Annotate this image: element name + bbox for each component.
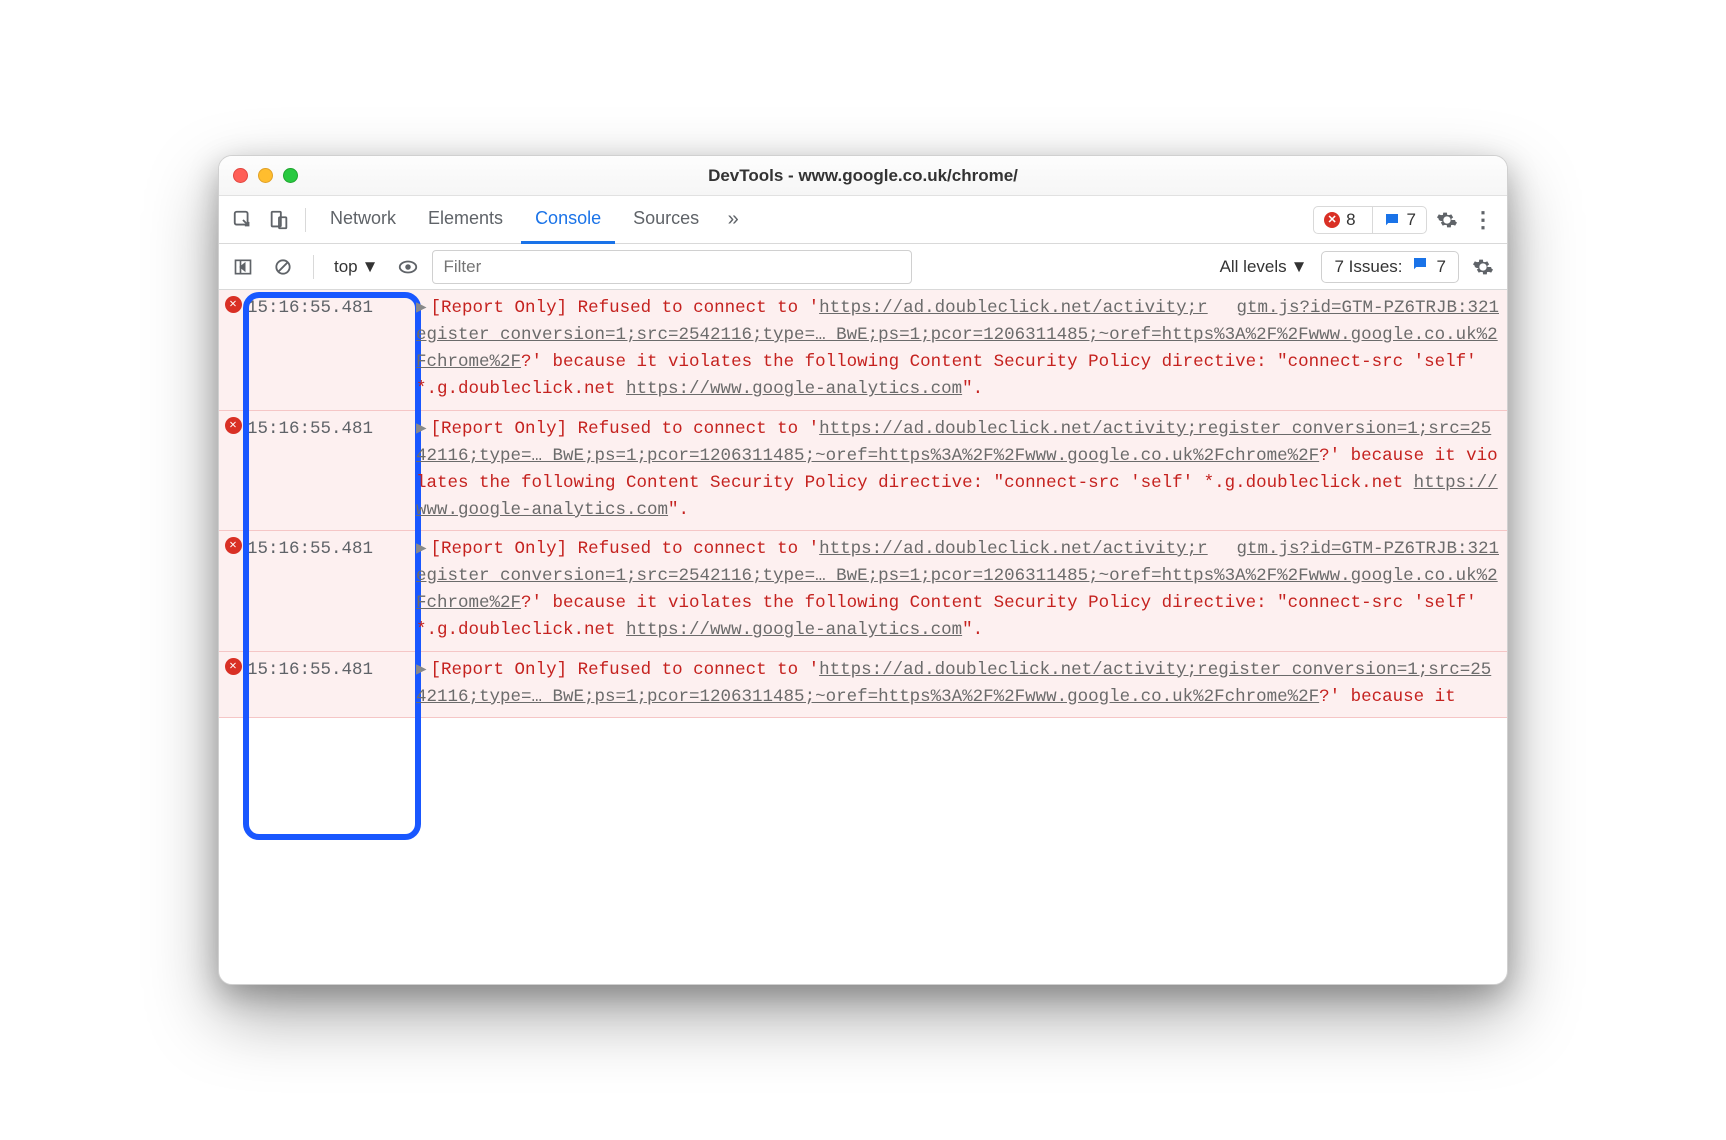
- message-text: ▶[Report Only] Refused to connect to 'ht…: [412, 652, 1507, 717]
- window-titlebar: DevTools - www.google.co.uk/chrome/: [219, 156, 1507, 196]
- message-counter[interactable]: 7: [1372, 207, 1426, 233]
- url-link[interactable]: https://www.google-analytics.com: [626, 379, 962, 399]
- issues-button[interactable]: 7 Issues: 7: [1321, 251, 1459, 283]
- issues-label: 7 Issues:: [1334, 257, 1402, 277]
- error-counter[interactable]: ✕ 8: [1314, 207, 1365, 233]
- window-title: DevTools - www.google.co.uk/chrome/: [219, 166, 1507, 186]
- message-text: ▶[Report Only] Refused to connect to 'ht…: [412, 411, 1507, 531]
- error-icon: ✕: [219, 290, 247, 410]
- inspect-element-icon[interactable]: [227, 204, 259, 236]
- expand-arrow-icon[interactable]: ▶: [416, 539, 427, 559]
- chevron-down-icon: ▼: [1291, 257, 1308, 277]
- console-error-row[interactable]: ✕15:16:55.481▶[Report Only] Refused to c…: [219, 652, 1507, 718]
- message-icon: [1411, 255, 1429, 278]
- settings-icon[interactable]: [1431, 204, 1463, 236]
- device-toolbar-icon[interactable]: [263, 204, 295, 236]
- message-text: gtm.js?id=GTM-PZ6TRJB:321▶[Report Only] …: [412, 290, 1507, 410]
- timestamp: 15:16:55.481: [247, 531, 412, 651]
- divider: [313, 255, 314, 279]
- timestamp: 15:16:55.481: [247, 290, 412, 410]
- error-count: 8: [1346, 210, 1355, 230]
- tab-network[interactable]: Network: [316, 196, 410, 244]
- error-icon: ✕: [219, 531, 247, 651]
- context-label: top: [334, 257, 358, 277]
- context-selector[interactable]: top ▼: [328, 253, 384, 281]
- console-toolbar: top ▼ All levels ▼ 7 Issues: 7: [219, 244, 1507, 290]
- console-settings-icon[interactable]: [1467, 251, 1499, 283]
- expand-arrow-icon[interactable]: ▶: [416, 419, 427, 439]
- toggle-sidebar-icon[interactable]: [227, 251, 259, 283]
- clear-console-icon[interactable]: [267, 251, 299, 283]
- more-tabs-button[interactable]: »: [717, 204, 749, 236]
- tab-console[interactable]: Console: [521, 196, 615, 244]
- status-counters[interactable]: ✕ 8 7: [1313, 206, 1427, 234]
- filter-input[interactable]: [432, 250, 912, 284]
- message-icon: [1383, 211, 1401, 229]
- console-error-row[interactable]: ✕15:16:55.481gtm.js?id=GTM-PZ6TRJB:321▶[…: [219, 531, 1507, 652]
- more-options-icon[interactable]: ⋮: [1467, 204, 1499, 236]
- expand-arrow-icon[interactable]: ▶: [416, 298, 427, 318]
- divider: [305, 208, 306, 232]
- source-link[interactable]: gtm.js?id=GTM-PZ6TRJB:321: [1236, 295, 1499, 322]
- console-output[interactable]: ✕15:16:55.481gtm.js?id=GTM-PZ6TRJB:321▶[…: [219, 290, 1507, 984]
- tab-elements[interactable]: Elements: [414, 196, 517, 244]
- message-text: gtm.js?id=GTM-PZ6TRJB:321▶[Report Only] …: [412, 531, 1507, 651]
- source-link[interactable]: gtm.js?id=GTM-PZ6TRJB:321: [1236, 536, 1499, 563]
- devtools-window: DevTools - www.google.co.uk/chrome/ Netw…: [218, 155, 1508, 985]
- chevron-down-icon: ▼: [362, 257, 379, 277]
- tab-sources[interactable]: Sources: [619, 196, 713, 244]
- console-error-row[interactable]: ✕15:16:55.481▶[Report Only] Refused to c…: [219, 411, 1507, 532]
- error-icon: ✕: [219, 411, 247, 531]
- levels-label: All levels: [1220, 257, 1287, 277]
- console-error-row[interactable]: ✕15:16:55.481gtm.js?id=GTM-PZ6TRJB:321▶[…: [219, 290, 1507, 411]
- expand-arrow-icon[interactable]: ▶: [416, 660, 427, 680]
- live-expression-icon[interactable]: [392, 251, 424, 283]
- error-icon: ✕: [1324, 212, 1340, 228]
- error-icon: ✕: [219, 652, 247, 717]
- log-levels-selector[interactable]: All levels ▼: [1214, 253, 1314, 281]
- url-link[interactable]: https://www.google-analytics.com: [626, 620, 962, 640]
- timestamp: 15:16:55.481: [247, 411, 412, 531]
- message-count: 7: [1407, 210, 1416, 230]
- issues-count: 7: [1437, 257, 1446, 277]
- main-tabs: Network Elements Console Sources » ✕ 8 7…: [219, 196, 1507, 244]
- timestamp: 15:16:55.481: [247, 652, 412, 717]
